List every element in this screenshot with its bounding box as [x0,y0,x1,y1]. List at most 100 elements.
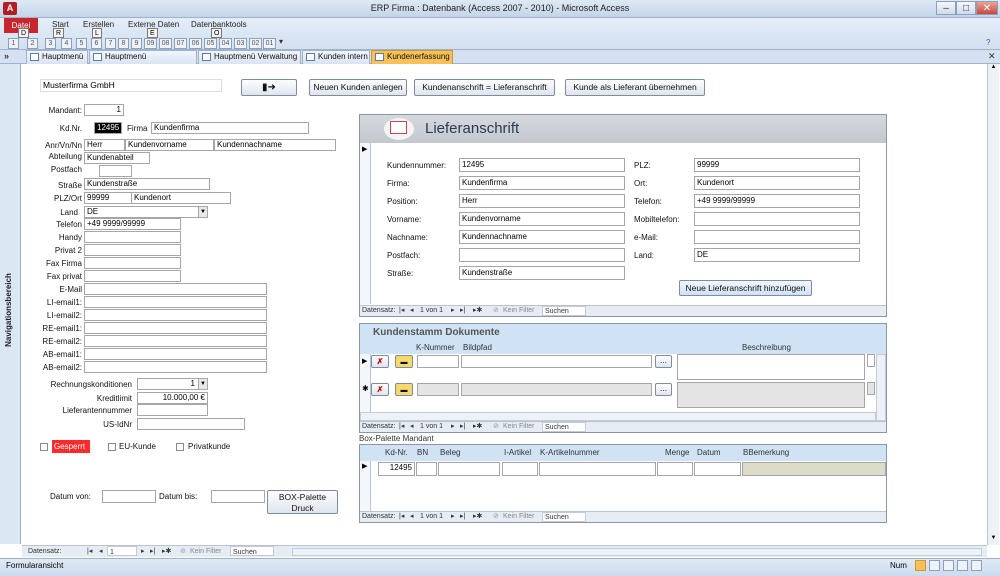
tab-kunden-intern[interactable]: Kunden intern [302,50,370,64]
extra-cell[interactable] [867,354,875,367]
kreditlimit-field[interactable]: 10.000,00 € [137,392,208,404]
no-filter-icon[interactable]: ⊘ [493,306,499,316]
help-icon[interactable]: ? [986,38,990,47]
delete-document-button[interactable]: ✗ [371,355,389,368]
prev-record-icon[interactable]: ◂ [410,422,414,432]
telefon-field[interactable]: +49 9999/99999 [84,218,181,230]
lf-land-field[interactable]: DE [694,248,860,262]
lf-position-field[interactable]: Herr [459,194,625,208]
qat-item[interactable]: 04 [219,38,232,49]
re-email2-field[interactable] [84,335,267,347]
vorname-field[interactable]: Kundenvorname [125,139,214,151]
record-selector[interactable]: ▶ [360,143,371,304]
next-record-icon[interactable]: ▸ [451,512,455,522]
lf-email-field[interactable] [694,230,860,244]
qat-item[interactable]: 7 [105,38,116,49]
ust-idnr-field[interactable] [137,418,245,430]
postfach-field[interactable] [99,165,132,177]
eu-kunde-checkbox[interactable] [108,443,116,451]
exit-button[interactable]: ▮➜ [241,79,297,96]
rechnungskonditionen-combo[interactable]: 1 ▼ [137,378,208,390]
box-beleg-cell[interactable] [438,462,500,476]
new-record-icon[interactable]: ▸✱ [162,546,171,557]
knr-cell[interactable] [417,355,459,368]
qat-item[interactable]: 5 [76,38,87,49]
bildpfad-cell-new[interactable] [461,383,652,396]
first-record-icon[interactable]: |◂ [399,512,404,522]
qat-item[interactable]: 9 [131,38,142,49]
privat2-field[interactable] [84,244,181,256]
browse-button-new[interactable]: ... [655,383,672,396]
ab-email1-field[interactable] [84,348,267,360]
datasheet-view-icon[interactable] [929,560,940,571]
qat-item[interactable]: 4 [61,38,72,49]
knr-cell-new[interactable] [417,383,459,396]
scroll-up-icon[interactable]: ▲ [988,64,999,74]
lf-ort-field[interactable]: Kundenort [694,176,860,190]
qat-item[interactable]: 2 [27,38,38,49]
new-record-icon[interactable]: ▸✱ [473,306,482,316]
search-field[interactable]: Suchen [542,306,586,316]
first-record-icon[interactable]: |◂ [87,546,92,557]
li-email1-field[interactable] [84,296,267,308]
qat-item[interactable]: 3 [45,38,56,49]
qat-item[interactable]: 08 [159,38,172,49]
nav-pane-toggle-icon[interactable]: » [4,51,20,61]
prev-record-icon[interactable]: ◂ [410,306,414,316]
nachname-field[interactable]: Kundennachname [214,139,336,151]
firma-field[interactable]: Kundenfirma [151,122,309,134]
box-kartikel-cell[interactable] [539,462,656,476]
qat-item[interactable]: 01 [263,38,276,49]
qat-item[interactable]: 05 [204,38,217,49]
lf-plz-field[interactable]: 99999 [694,158,860,172]
no-filter-icon[interactable]: ⊘ [493,422,499,432]
address-equals-delivery-button[interactable]: Kundenanschrift = Lieferanschrift [414,79,555,96]
fax-privat-field[interactable] [84,270,181,282]
dropdown-arrow-icon[interactable]: ▼ [198,379,207,389]
qat-item[interactable]: 03 [234,38,247,49]
first-record-icon[interactable]: |◂ [399,306,404,316]
close-window-button[interactable]: ✕ [976,1,998,15]
search-field[interactable]: Suchen [542,422,586,432]
last-record-icon[interactable]: ▸| [460,512,465,522]
next-record-icon[interactable]: ▸ [451,306,455,316]
fax-firma-field[interactable] [84,257,181,269]
datum-bis-field[interactable] [211,490,265,503]
no-filter-label[interactable]: Kein Filter [503,422,535,432]
qat-customize-icon[interactable]: ▾ [279,37,283,46]
box-datum-cell[interactable] [694,462,741,476]
anrede-field[interactable]: Herr [84,139,125,151]
mandant-field[interactable]: 1 [84,104,124,116]
new-record-icon[interactable]: ▸✱ [473,512,482,522]
search-field[interactable]: Suchen [230,546,274,556]
last-record-icon[interactable]: ▸| [460,422,465,432]
tab-hauptmenue[interactable]: Hauptmenü [26,50,88,64]
close-tab-icon[interactable]: ✕ [988,51,996,62]
prev-record-icon[interactable]: ◂ [99,546,103,557]
form-view-icon[interactable] [915,560,926,571]
tab-hauptmenue-verwaltung[interactable]: Hauptmenü Verwaltung [198,50,301,64]
layout-view-icon[interactable] [943,560,954,571]
privatkunde-checkbox[interactable] [176,443,184,451]
tab-kundenerfassung[interactable]: Kundenerfassung [371,50,453,64]
lf-telefon-field[interactable]: +49 9999/99999 [694,194,860,208]
last-record-icon[interactable]: ▸| [150,546,155,557]
box-palette-print-button[interactable]: BOX-Palette Druck [267,490,338,514]
datum-von-field[interactable] [102,490,156,503]
ab-email2-field[interactable] [84,361,267,373]
lf-nachname-field[interactable]: Kundennachname [459,230,625,244]
dokumente-horizontal-scrollbar[interactable] [360,412,876,421]
lf-vorname-field[interactable]: Kundenvorname [459,212,625,226]
lf-postfach-field[interactable] [459,248,625,262]
box-bemerkung-cell[interactable] [742,462,886,476]
horizontal-scrollbar[interactable] [292,548,982,556]
no-filter-icon[interactable]: ⊘ [493,512,499,522]
add-delivery-address-button[interactable]: Neue Lieferanschrift hinzufügen [679,280,812,296]
box-iartikel-cell[interactable] [502,462,538,476]
beschreibung-cell-new[interactable] [677,382,865,408]
no-filter-label[interactable]: Kein Filter [503,306,535,316]
qat-item[interactable]: 02 [249,38,262,49]
minimize-button[interactable]: – [936,1,956,15]
next-record-icon[interactable]: ▸ [141,546,145,557]
new-customer-button[interactable]: Neuen Kunden anlegen [309,79,407,96]
